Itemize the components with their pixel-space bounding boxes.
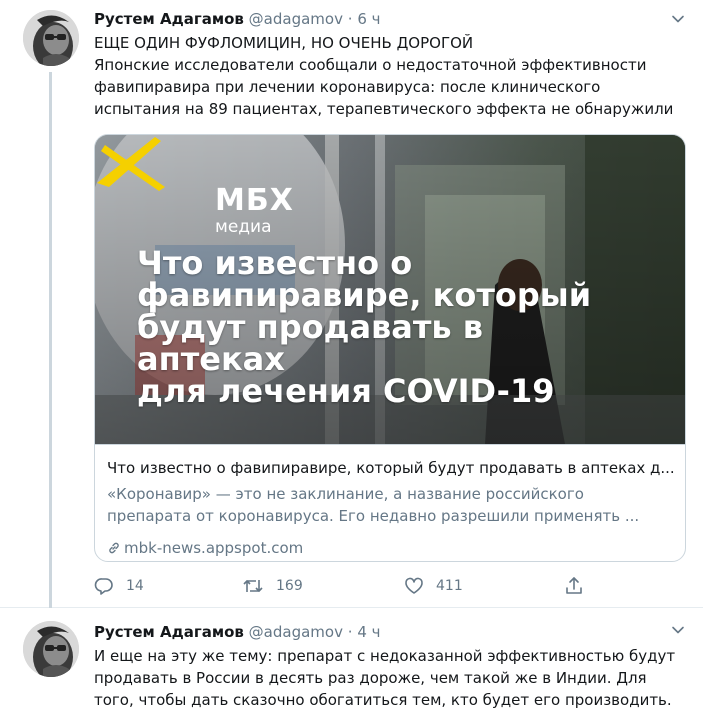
- card-link[interactable]: mbk-news.appspot.com: [107, 537, 303, 559]
- share-icon: [566, 577, 582, 594]
- tweet[interactable]: Рустем Адагамов @adagamov · 4 ч И еще на…: [0, 609, 703, 724]
- tweet-timestamp[interactable]: 4 ч: [357, 623, 380, 641]
- separator-dot: ·: [347, 10, 353, 28]
- thread-line: [49, 72, 52, 608]
- reply-button[interactable]: 14: [94, 572, 144, 600]
- avatar[interactable]: [23, 10, 79, 66]
- chevron-down-icon[interactable]: [671, 12, 685, 26]
- tweet-text: И еще на эту же тему: препарат с недоказ…: [94, 647, 676, 709]
- tweet-timestamp[interactable]: 6 ч: [357, 10, 380, 28]
- card-image: МБХ медиа Что известно о фавипиравире, к…: [95, 135, 685, 444]
- author-name[interactable]: Рустем Адагамов: [94, 623, 244, 641]
- retweet-icon: [243, 580, 263, 592]
- reply-icon: [94, 578, 113, 595]
- link-icon: [109, 542, 119, 554]
- tweet-actions: 14 169 411: [94, 572, 594, 600]
- tweet-text: ЕЩЕ ОДИН ФУФЛОМИЦИН, НО ОЧЕНЬ ДОРОГОЙ Яп…: [94, 34, 674, 118]
- card-link-text: mbk-news.appspot.com: [124, 539, 304, 557]
- card-description: «Коронавир» — это не заклинание, а назва…: [107, 485, 640, 525]
- link-card[interactable]: МБХ медиа Что известно о фавипиравире, к…: [94, 134, 686, 562]
- chevron-down-icon[interactable]: [671, 623, 685, 637]
- author-name[interactable]: Рустем Адагамов: [94, 10, 244, 28]
- mbx-logo-sub: медиа: [215, 217, 272, 237]
- reply-count: 14: [126, 578, 144, 594]
- tweet-header: Рустем Адагамов @adagamov · 6 ч: [94, 8, 381, 30]
- card-title: Что известно о фавипиравире, который буд…: [107, 459, 675, 477]
- card-headline: Что известно о фавипиравире, который буд…: [137, 244, 592, 410]
- mbx-logo-word: МБХ: [215, 183, 294, 218]
- author-handle[interactable]: @adagamov: [249, 623, 343, 641]
- like-count: 411: [436, 578, 463, 594]
- share-button[interactable]: [564, 572, 596, 600]
- tweet[interactable]: Рустем Адагамов @adagamov · 6 ч ЕЩЕ ОДИН…: [0, 0, 703, 608]
- tweet-header: Рустем Адагамов @adagamov · 4 ч: [94, 621, 381, 643]
- separator-dot: ·: [347, 623, 353, 641]
- like-button[interactable]: 411: [404, 572, 463, 600]
- author-handle[interactable]: @adagamov: [249, 10, 343, 28]
- retweet-count: 169: [276, 578, 303, 594]
- card-body[interactable]: Что известно о фавипиравире, который буд…: [95, 444, 685, 561]
- heart-icon: [405, 577, 423, 594]
- avatar[interactable]: [23, 621, 79, 677]
- retweet-button[interactable]: 169: [242, 572, 303, 600]
